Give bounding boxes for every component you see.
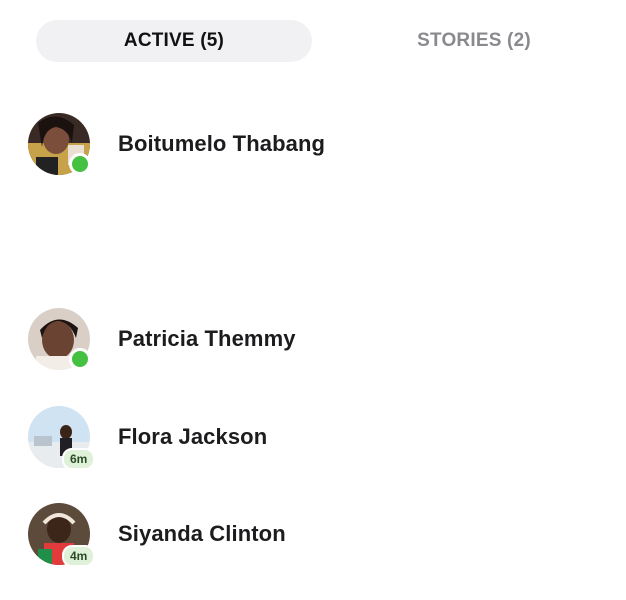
avatar: 4m xyxy=(28,503,96,567)
tab-active[interactable]: ACTIVE (5) xyxy=(36,20,312,62)
contact-row[interactable]: 6m Flora Jackson xyxy=(28,405,608,470)
online-status-dot xyxy=(69,348,91,370)
tab-stories[interactable]: STORIES (2) xyxy=(336,20,612,62)
contact-row[interactable]: 4m Siyanda Clinton xyxy=(28,502,608,567)
avatar xyxy=(28,308,91,370)
last-active-badge: 4m xyxy=(62,545,96,567)
avatar: 6m xyxy=(28,406,96,470)
contact-name: Flora Jackson xyxy=(118,424,268,449)
online-status-dot xyxy=(69,153,91,175)
tab-bar: ACTIVE (5) STORIES (2) xyxy=(36,20,556,62)
contact-name: Siyanda Clinton xyxy=(118,521,286,546)
last-active-badge: 6m xyxy=(62,448,96,470)
contact-row[interactable]: Boitumelo Thabang xyxy=(28,112,608,176)
contact-row[interactable]: Patricia Themmy xyxy=(28,307,608,371)
contact-name: Patricia Themmy xyxy=(118,326,296,351)
avatar xyxy=(28,113,91,175)
contact-name: Boitumelo Thabang xyxy=(118,131,326,156)
